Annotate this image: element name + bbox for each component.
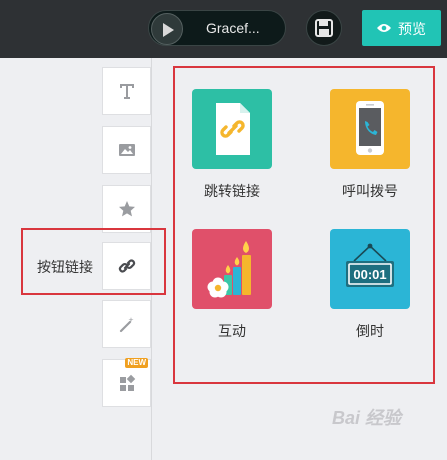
highlight-box-feature-panel [173,66,435,384]
image-icon [119,144,135,156]
top-toolbar: Gracef... 预览 [0,0,447,58]
star-icon [119,201,135,217]
magic-wand-icon [119,317,134,333]
save-button[interactable] [306,10,342,46]
text-icon [120,84,134,99]
play-button[interactable] [151,13,183,45]
widgets-icon [120,374,136,391]
components-tool-button[interactable]: NEW [102,358,151,407]
music-title: Gracef... [206,20,260,36]
save-icon [315,19,333,37]
preview-button[interactable]: 预览 [362,10,441,46]
preview-label: 预览 [398,21,426,37]
image-tool-button[interactable] [102,126,151,174]
new-badge: NEW [125,358,148,368]
highlight-box-link-tool [21,228,166,295]
text-tool-button[interactable] [102,67,151,115]
effect-tool-button[interactable] [102,300,151,348]
music-player[interactable]: Gracef... [148,10,286,46]
play-icon [163,23,174,37]
eye-icon [377,24,391,32]
shape-tool-button[interactable] [102,185,151,233]
watermark: Bai 经验 [332,408,402,428]
